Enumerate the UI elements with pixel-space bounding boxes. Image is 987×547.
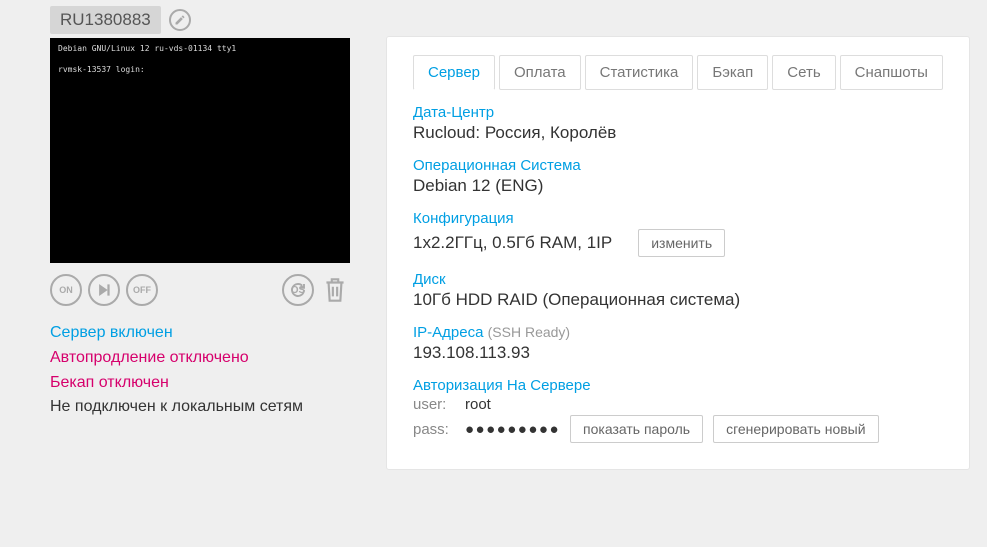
details-panel: Сервер Оплата Статистика Бэкап Сеть Снап… bbox=[386, 36, 970, 470]
auth-pass-value: ●●●●●●●●● bbox=[465, 421, 560, 438]
disk-label: Диск bbox=[413, 271, 943, 288]
delete-server-button[interactable] bbox=[320, 273, 350, 307]
auth-label: Авторизация На Сервере bbox=[413, 377, 943, 394]
generate-password-button[interactable]: сгенерировать новый bbox=[713, 415, 878, 443]
dc-label: Дата-Центр bbox=[413, 104, 943, 121]
power-on-button[interactable]: ON bbox=[50, 274, 82, 306]
config-value: 1x2.2ГГц, 0.5Гб RAM, 1IP bbox=[413, 233, 612, 253]
status-list: Сервер включен Автопродление отключено Б… bbox=[50, 321, 350, 420]
tab-snapshots[interactable]: Снапшоты bbox=[840, 55, 943, 90]
dc-value: Rucloud: Россия, Королёв bbox=[413, 123, 943, 143]
status-backup-off: Бекап отключен bbox=[50, 371, 350, 396]
tab-backup[interactable]: Бэкап bbox=[697, 55, 768, 90]
tab-payment[interactable]: Оплата bbox=[499, 55, 581, 90]
auth-user-value: root bbox=[465, 396, 491, 413]
console-line: Debian GNU/Linux 12 ru-vds-01134 tty1 bbox=[58, 44, 236, 53]
ssh-ready-badge: (SSH Ready) bbox=[488, 324, 570, 340]
tab-network[interactable]: Сеть bbox=[772, 55, 835, 90]
tab-server[interactable]: Сервер bbox=[413, 55, 495, 90]
config-change-button[interactable]: изменить bbox=[638, 229, 725, 257]
tab-stats[interactable]: Статистика bbox=[585, 55, 694, 90]
restart-button[interactable] bbox=[88, 274, 120, 306]
auth-user-label: user: bbox=[413, 396, 455, 413]
reinstall-os-button[interactable]: OS bbox=[282, 274, 314, 306]
auth-pass-label: pass: bbox=[413, 421, 455, 438]
edit-server-name-button[interactable] bbox=[169, 9, 191, 31]
power-off-button[interactable]: OFF bbox=[126, 274, 158, 306]
config-label: Конфигурация bbox=[413, 210, 943, 227]
disk-value: 10Гб HDD RAID (Операционная система) bbox=[413, 290, 943, 310]
ip-label: IP-Адреса (SSH Ready) bbox=[413, 324, 943, 341]
ip-value: 193.108.113.93 bbox=[413, 343, 943, 363]
tabs: Сервер Оплата Статистика Бэкап Сеть Снап… bbox=[413, 55, 943, 90]
status-server-on: Сервер включен bbox=[50, 321, 350, 346]
play-next-icon bbox=[95, 281, 113, 299]
os-value: Debian 12 (ENG) bbox=[413, 176, 943, 196]
console-preview[interactable]: Debian GNU/Linux 12 ru-vds-01134 tty1 rv… bbox=[50, 38, 350, 263]
status-no-lan: Не подключен к локальным сетям bbox=[50, 395, 350, 420]
os-label: Операционная Система bbox=[413, 157, 943, 174]
server-id: RU1380883 bbox=[50, 6, 161, 34]
status-autorenew-off: Автопродление отключено bbox=[50, 346, 350, 371]
os-label: OS bbox=[291, 285, 305, 296]
console-line: rvmsk-13537 login: bbox=[58, 65, 145, 74]
show-password-button[interactable]: показать пароль bbox=[570, 415, 703, 443]
trash-icon bbox=[322, 275, 348, 305]
ip-label-text: IP-Адреса bbox=[413, 324, 483, 341]
pencil-icon bbox=[174, 14, 186, 26]
